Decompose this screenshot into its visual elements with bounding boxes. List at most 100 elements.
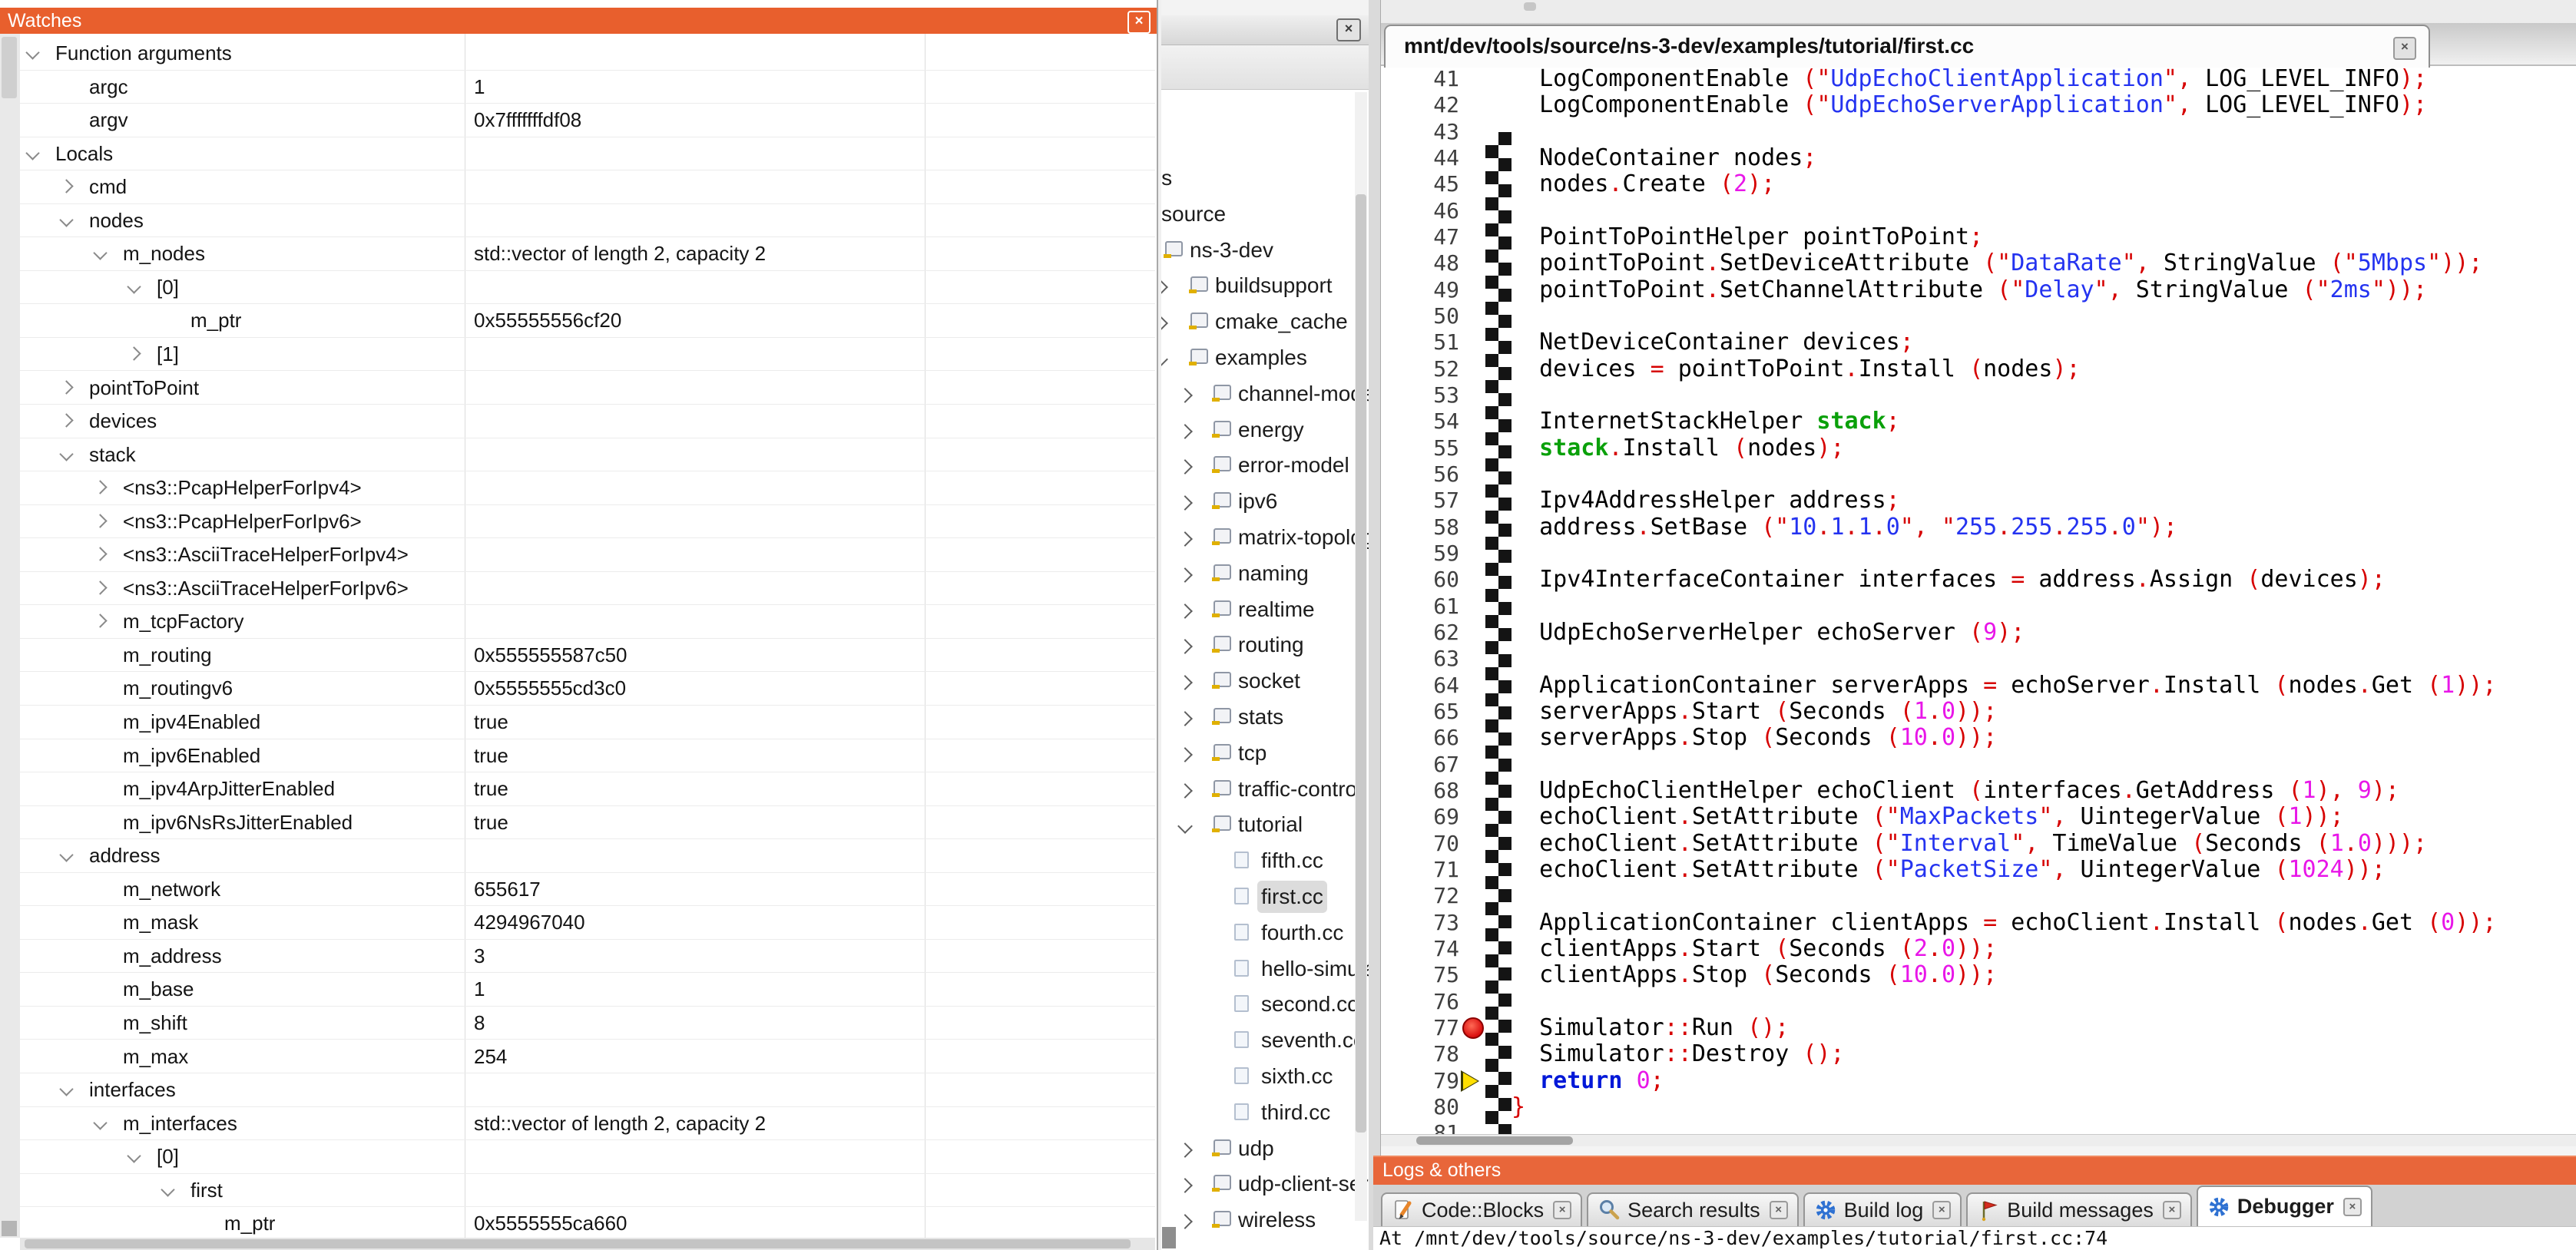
code-line[interactable]: Ipv4InterfaceContainer interfaces = addr…	[1511, 567, 2386, 593]
line-number[interactable]: 81	[1381, 1120, 1459, 1134]
tree-item-fifth-cc[interactable]: fifth.cc	[1161, 845, 1369, 879]
logs-titlebar[interactable]: Logs & others	[1373, 1156, 2576, 1185]
code-line[interactable]: clientApps.Start (Seconds (2.0));	[1511, 936, 1997, 962]
watch-row[interactable]: m_tcpFactory	[20, 605, 1155, 639]
chevron-right-icon[interactable]	[93, 480, 107, 494]
watch-row[interactable]: <ns3::AsciiTraceHelperForIpv4>	[20, 538, 1155, 572]
watch-row[interactable]: argc1	[20, 71, 1155, 104]
tree-item-wireless[interactable]: wireless	[1161, 1205, 1369, 1238]
code-line[interactable]: LogComponentEnable ("UdpEchoServerApplic…	[1511, 92, 2427, 118]
tree-item-sixth-cc[interactable]: sixth.cc	[1161, 1061, 1369, 1095]
tree-item-energy[interactable]: energy	[1161, 415, 1369, 448]
line-number[interactable]: 56	[1381, 461, 1459, 488]
chevron-down-icon[interactable]	[93, 1116, 107, 1129]
code-line[interactable]: nodes.Create (2);	[1511, 171, 1775, 197]
code-line[interactable]: }	[1511, 1094, 1525, 1120]
watch-row[interactable]: cmd	[20, 170, 1155, 204]
line-number[interactable]: 64	[1381, 673, 1459, 699]
editor-horizontal-scrollbar[interactable]	[1381, 1134, 2576, 1146]
code-line[interactable]: Simulator::Destroy ();	[1511, 1041, 1845, 1067]
code-line[interactable]: pointToPoint.SetChannelAttribute ("Delay…	[1511, 277, 2427, 303]
code-line[interactable]: stack.Install (nodes);	[1511, 435, 1845, 461]
tree-item-naming[interactable]: naming	[1161, 558, 1369, 592]
chevron-right-icon[interactable]	[93, 580, 107, 594]
tree-item-routing[interactable]: routing	[1161, 630, 1369, 663]
line-number[interactable]: 63	[1381, 646, 1459, 672]
line-number[interactable]: 74	[1381, 936, 1459, 962]
watch-row[interactable]: m_address3	[20, 940, 1155, 974]
watch-row[interactable]: m_ipv4Enabledtrue	[20, 706, 1155, 739]
logs-tab-code-blocks[interactable]: Code::Blocks×	[1381, 1192, 1582, 1226]
code-line[interactable]: Ipv4AddressHelper address;	[1511, 488, 1900, 514]
tree-item-stats[interactable]: stats	[1161, 702, 1369, 736]
tree-item-realtime[interactable]: realtime	[1161, 594, 1369, 628]
watch-row[interactable]: stack	[20, 438, 1155, 472]
watch-row[interactable]: [0]	[20, 1140, 1155, 1174]
tree-item-tcp[interactable]: tcp	[1161, 738, 1369, 772]
panel-header[interactable]: ×	[1161, 15, 1369, 45]
watch-row[interactable]: argv0x7fffffffdf08	[20, 104, 1155, 137]
tree-item-first-cc[interactable]: first.cc	[1161, 881, 1369, 915]
watch-row[interactable]: interfaces	[20, 1073, 1155, 1107]
tree-item-examples[interactable]: examples	[1161, 342, 1369, 376]
chevron-down-icon[interactable]	[59, 213, 73, 227]
chevron-right-icon[interactable]	[59, 413, 73, 427]
watch-row[interactable]: [1]	[20, 338, 1155, 372]
chevron-down-icon[interactable]	[59, 1082, 73, 1096]
code-line[interactable]: NodeContainer nodes;	[1511, 145, 1816, 171]
line-number[interactable]: 42	[1381, 92, 1459, 118]
chevron-down-icon[interactable]	[127, 279, 141, 293]
code-line[interactable]: InternetStackHelper stack;	[1511, 408, 1900, 435]
code-line[interactable]: clientApps.Stop (Seconds (10.0));	[1511, 962, 1997, 988]
tree-item-cmake-cache[interactable]: cmake_cache	[1161, 306, 1369, 340]
close-icon[interactable]: ×	[2163, 1201, 2181, 1219]
line-number[interactable]: 76	[1381, 989, 1459, 1015]
watch-row[interactable]: Locals	[20, 137, 1155, 171]
tree-item-matrix-topology[interactable]: matrix-topology	[1161, 522, 1369, 556]
chevron-down-icon[interactable]	[25, 45, 39, 59]
line-number[interactable]: 77	[1381, 1015, 1459, 1041]
scrollbar-thumb[interactable]	[1416, 1136, 1573, 1145]
tree-item-error-model[interactable]: error-model	[1161, 450, 1369, 484]
close-icon[interactable]: ×	[1553, 1201, 1571, 1219]
tree-vertical-scrollbar[interactable]	[1355, 92, 1367, 1221]
splitter-handle[interactable]	[1524, 2, 1536, 11]
code-line[interactable]: echoClient.SetAttribute ("PacketSize", U…	[1511, 857, 2386, 883]
watch-row[interactable]: m_ipv6NsRsJitterEnabledtrue	[20, 806, 1155, 840]
chevron-right-icon[interactable]	[1177, 675, 1193, 690]
line-number[interactable]: 62	[1381, 620, 1459, 646]
watch-row[interactable]: m_network655617	[20, 873, 1155, 907]
chevron-right-icon[interactable]	[93, 547, 107, 561]
tree-item-third-cc[interactable]: third.cc	[1161, 1097, 1369, 1131]
line-number[interactable]: 65	[1381, 699, 1459, 725]
chevron-right-icon[interactable]	[1177, 711, 1193, 726]
line-number[interactable]: 54	[1381, 408, 1459, 435]
line-number[interactable]: 43	[1381, 119, 1459, 145]
chevron-right-icon[interactable]	[1161, 279, 1168, 295]
line-number[interactable]: 71	[1381, 857, 1459, 883]
line-number[interactable]: 47	[1381, 224, 1459, 250]
close-icon[interactable]: ×	[2393, 37, 2416, 60]
watch-row[interactable]: m_base1	[20, 973, 1155, 1007]
line-number[interactable]: 51	[1381, 329, 1459, 355]
line-number[interactable]: 75	[1381, 962, 1459, 988]
chevron-right-icon[interactable]	[1161, 316, 1168, 331]
tree-item-traffic-control[interactable]: traffic-control	[1161, 774, 1369, 808]
line-number[interactable]: 69	[1381, 804, 1459, 830]
chevron-right-icon[interactable]	[59, 380, 73, 394]
line-number[interactable]: 79	[1381, 1068, 1459, 1094]
line-number[interactable]: 67	[1381, 752, 1459, 778]
line-number[interactable]: 53	[1381, 382, 1459, 408]
code-line[interactable]: UdpEchoServerHelper echoServer (9);	[1511, 620, 2025, 646]
chevron-right-icon[interactable]	[93, 614, 107, 628]
tree-item-source[interactable]: source	[1161, 199, 1369, 233]
line-number[interactable]: 72	[1381, 883, 1459, 909]
watch-row[interactable]: Function arguments	[20, 37, 1155, 71]
line-number[interactable]: 45	[1381, 171, 1459, 197]
chevron-down-icon[interactable]	[161, 1182, 174, 1196]
editor-tab-first-cc[interactable]: mnt/dev/tools/source/ns-3-dev/examples/t…	[1384, 25, 2430, 68]
chevron-right-icon[interactable]	[1177, 639, 1193, 654]
tree-item-ns-3-dev[interactable]: ns-3-dev	[1161, 235, 1369, 269]
line-number[interactable]: 80	[1381, 1094, 1459, 1120]
watch-row[interactable]: address	[20, 839, 1155, 873]
